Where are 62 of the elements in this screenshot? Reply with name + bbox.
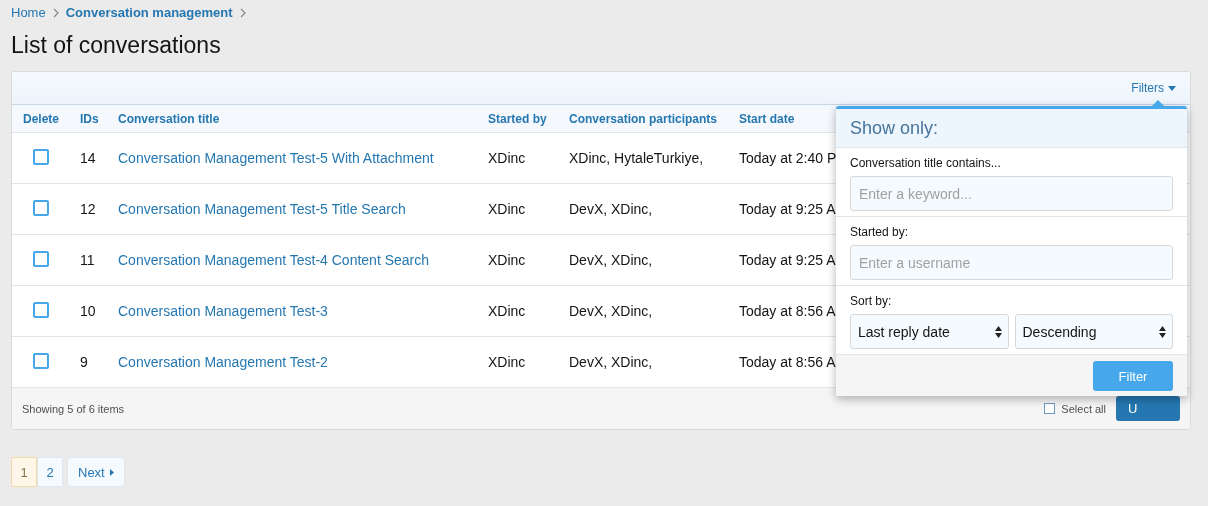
delete-checkbox[interactable]	[33, 148, 49, 165]
page-link[interactable]: 1	[11, 457, 37, 487]
menu-title: Show only:	[850, 117, 939, 139]
table-cell: Today at 8:56 A	[739, 354, 836, 370]
field-label: Sort by:	[850, 294, 893, 308]
column-header: Conversation title	[118, 111, 221, 126]
sort-field-select[interactable]: Last reply date	[850, 314, 1009, 349]
field-label: Started by:	[850, 225, 910, 239]
delete-checkbox[interactable]	[33, 199, 49, 216]
delete-checkbox[interactable]	[33, 250, 49, 267]
select-all-checkbox[interactable]	[1044, 403, 1056, 414]
column-header: Start date	[739, 111, 796, 126]
filters-button[interactable]: Filters	[1131, 81, 1176, 95]
next-page-button[interactable]: Next	[67, 457, 125, 487]
action-button[interactable]: U	[1116, 396, 1180, 421]
column-header: Delete	[23, 111, 61, 126]
table-cell: XDinc	[488, 252, 526, 268]
username-input[interactable]: Enter a username	[850, 245, 1173, 280]
table-cell: 14	[80, 150, 96, 166]
table-cell: DevX, XDinc,	[569, 201, 653, 217]
keyword-input[interactable]: Enter a keyword...	[850, 176, 1173, 211]
field-label: Conversation title contains...	[850, 156, 1002, 170]
table-cell: DevX, XDinc,	[569, 354, 653, 370]
delete-checkbox[interactable]	[33, 301, 49, 318]
page-title: List of conversations	[11, 32, 222, 59]
conversation-link[interactable]: Conversation Management Test-5 Title Search	[118, 201, 406, 217]
table-cell: 9	[80, 354, 88, 370]
conversation-link[interactable]: Conversation Management Test-5 With Attachment	[118, 150, 434, 166]
table-cell: Today at 9:25 A	[739, 252, 836, 268]
select-all-label: Select all	[1061, 402, 1106, 415]
table-cell: 10	[80, 303, 96, 319]
delete-checkbox[interactable]	[33, 352, 49, 369]
sort-order-select[interactable]: Descending	[1014, 314, 1173, 349]
table-cell: XDinc	[488, 150, 526, 166]
items-summary: Showing 5 of 6 items	[22, 402, 125, 415]
caret-down-icon	[1168, 85, 1176, 91]
conversation-link[interactable]: Conversation Management Test-2	[118, 354, 328, 370]
chevron-right-icon	[238, 7, 247, 18]
conversation-link[interactable]: Conversation Management Test-3	[118, 303, 328, 319]
table-cell: DevX, XDinc,	[569, 252, 653, 268]
table-cell: Today at 2:40 P	[739, 150, 837, 166]
breadcrumb-link[interactable]: Conversation management	[65, 5, 233, 20]
table-cell: Today at 8:56 A	[739, 303, 836, 319]
table-cell: DevX, XDinc,	[569, 303, 653, 319]
page-link[interactable]: 2	[37, 457, 63, 487]
table-cell: 11	[80, 252, 95, 268]
chevron-right-icon	[51, 7, 60, 18]
column-header: Started by	[488, 111, 548, 126]
breadcrumb-link[interactable]: Home	[11, 5, 46, 20]
caret-right-icon	[109, 468, 114, 476]
table-cell: XDinc	[488, 201, 526, 217]
table-cell: Today at 9:25 A	[739, 201, 836, 217]
column-header: IDs	[80, 111, 100, 126]
conversation-link[interactable]: Conversation Management Test-4 Content Search	[118, 252, 430, 268]
table-cell: XDinc, HytaleTurkiye,	[569, 150, 704, 166]
filter-button[interactable]: Filter	[1093, 361, 1173, 391]
select-arrows-icon	[1159, 325, 1166, 338]
table-cell: 12	[80, 201, 96, 217]
column-header: Conversation participants	[569, 111, 719, 126]
table-cell: XDinc	[488, 303, 526, 319]
select-arrows-icon	[994, 325, 1002, 338]
table-cell: XDinc	[488, 354, 526, 370]
